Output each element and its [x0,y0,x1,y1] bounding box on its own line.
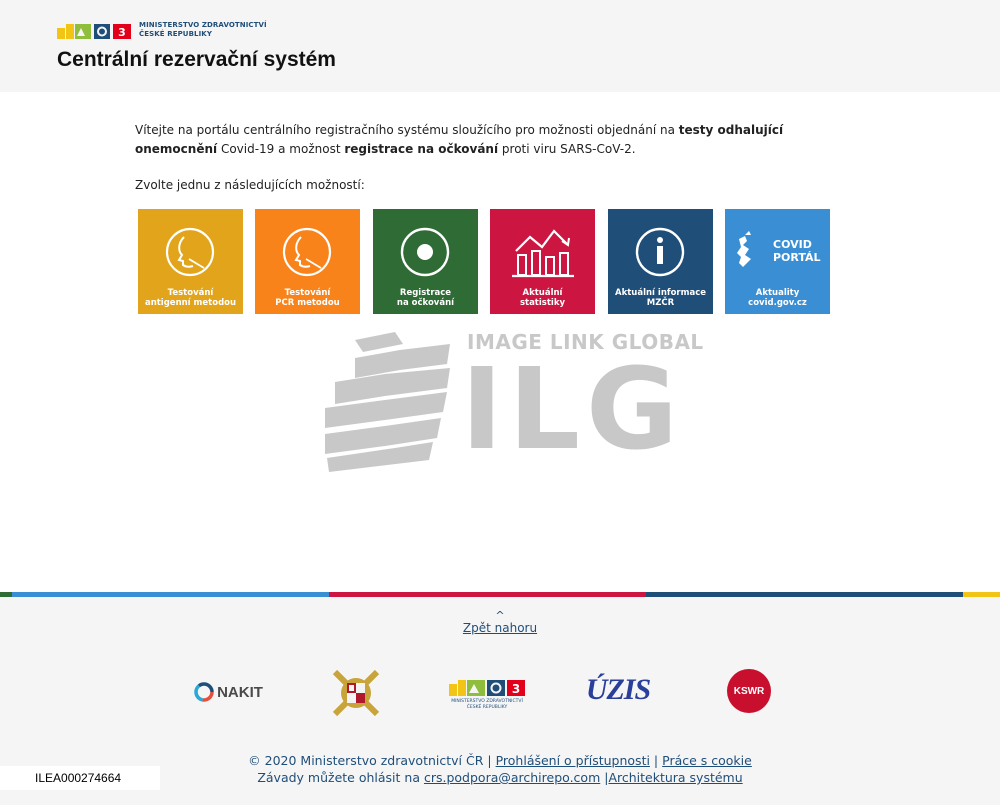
nakit-logo[interactable]: NAKIT [188,678,268,706]
ksrr-logo[interactable]: KSWR [727,669,771,713]
tile-antigen-testing[interactable]: Testování antigenní metodou [138,209,243,314]
intro-text: Vítejte na portálu centrálního registrač… [135,121,835,159]
svg-text:3: 3 [512,682,520,696]
ministry-name: MINISTERSTVO ZDRAVOTNICTVÍ ČESKÉ REPUBLI… [139,21,267,39]
ksrr-text: KSWR [733,685,765,697]
covid-portal-badge: COVID PORTÁL [773,238,821,264]
back-to-top-link[interactable]: Zpět nahoru [463,621,537,635]
intro-part: Covid-19 a možnost [217,142,345,156]
uzis-logo[interactable]: ÚZIS [585,668,651,712]
tile-statistics[interactable]: Aktuální statistiky [490,209,595,314]
ministry-footer-name: MINISTERSTVO ZDRAVOTNICTVÍ ČESKÉ REPUBLI… [451,699,523,711]
accessibility-link[interactable]: Prohlášení o přístupnosti [496,753,650,768]
choose-option-text: Zvolte jednu z následujících možností: [135,178,365,192]
report-text: Závady můžete ohlásit na [257,770,420,785]
support-email-link[interactable]: crs.podpora@archirepo.com [424,770,600,785]
svg-text:3: 3 [118,26,126,39]
tile-label: Aktuality covid.gov.cz [748,288,807,308]
tile-covid-portal[interactable]: COVID PORTÁL Aktuality covid.gov.cz [725,209,830,314]
tile-label: Aktuální statistiky [519,288,566,308]
tile-pcr-testing[interactable]: Testování PCR metodou [255,209,360,314]
page-title: Centrální rezervační systém [57,48,336,71]
covid-badge-line2: PORTÁL [773,251,821,264]
tile-label: Registrace na očkování [396,288,455,308]
nakit-text: NAKIT [217,683,263,701]
emblem-icon [332,669,380,717]
watermark: IMAGE LINK GLOBAL ILG [325,330,703,479]
copyright-text: © 2020 Ministerstvo zdravotnictví ČR [248,753,484,768]
tile-vaccination-registration[interactable]: Registrace na očkování [373,209,478,314]
architecture-link[interactable]: Architektura systému [608,770,742,785]
covid-badge-line1: COVID [773,238,812,251]
state-emblem-logo[interactable] [328,666,384,720]
tile-label: Aktuální informace MZČR [614,288,706,308]
cookies-link[interactable]: Práce s cookie [662,753,752,768]
header: 3 MINISTERSTVO ZDRAVOTNICTVÍ ČESKÉ REPUB… [0,0,1000,92]
ministry-logo[interactable]: 3 MINISTERSTVO ZDRAVOTNICTVÍ ČESKÉ REPUB… [57,21,267,39]
image-code-label: ILEA000274664 [0,766,160,790]
ministry-name-line2: ČESKÉ REPUBLIKY [139,30,212,38]
ministry-name-line1: MINISTERSTVO ZDRAVOTNICTVÍ [139,21,267,29]
intro-part: proti viru SARS-CoV-2. [498,142,636,156]
watermark-big-text: ILG [461,345,684,475]
tile-label: Testování antigenní metodou [144,288,237,308]
back-to-top: ^ Zpět nahoru [0,609,1000,635]
ministry-logo-mark: 3 [449,680,525,696]
tile-ministry-information[interactable]: Aktuální informace MZČR [608,209,713,314]
nakit-ring-icon [194,682,214,702]
ministry-logo-mark: 3 [57,22,131,39]
ministry-footer-logo[interactable]: 3 MINISTERSTVO ZDRAVOTNICTVÍ ČESKÉ REPUB… [445,674,529,714]
intro-part: Vítejte na portálu centrálního registrač… [135,123,679,137]
uzis-text: ÚZIS [585,673,651,706]
tile-label: Testování PCR metodou [275,288,340,308]
intro-bold-vaccination: registrace na očkování [344,142,499,156]
ministry-footer-name-line2: ČESKÉ REPUBLIKY [466,705,508,710]
caret-up-icon: ^ [495,609,505,622]
